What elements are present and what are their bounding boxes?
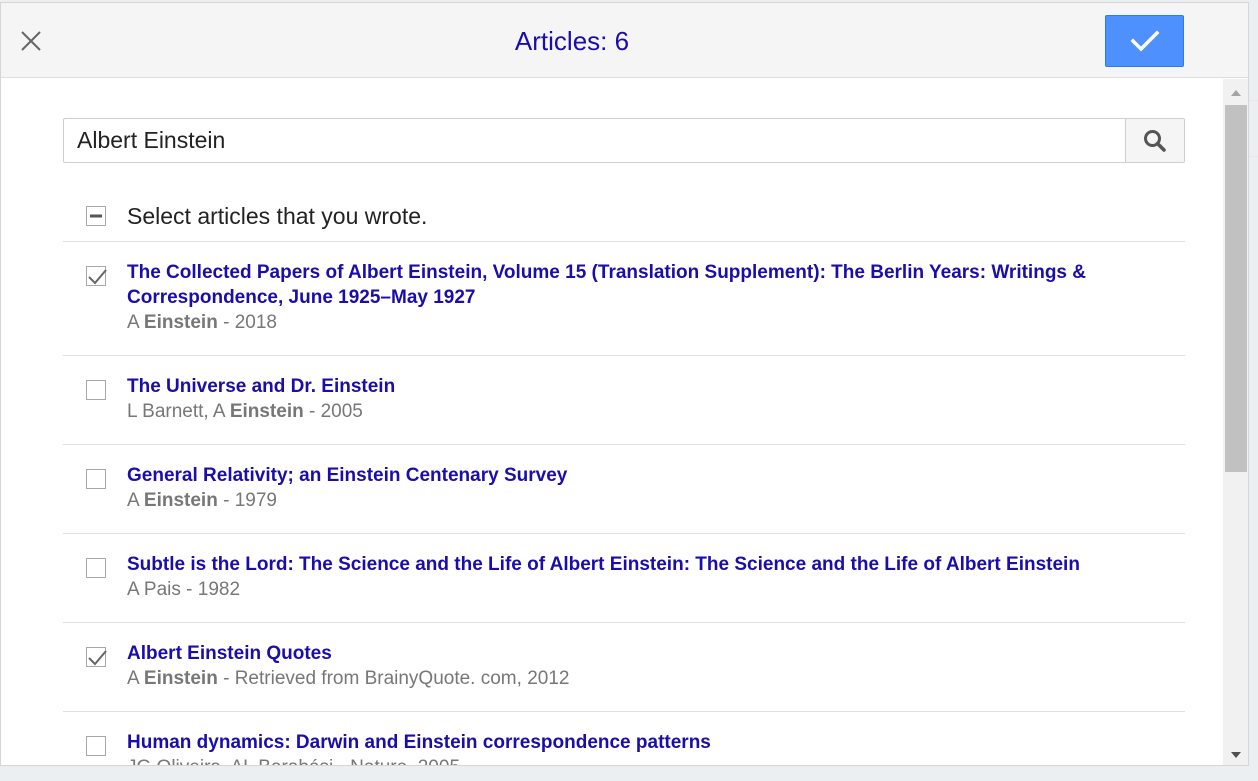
authors-text: A	[127, 312, 144, 333]
authors-year: - Retrieved from BrainyQuote. com, 2012	[217, 668, 570, 689]
background-divider	[1249, 100, 1258, 101]
dialog-title: Articles: 6	[514, 26, 630, 56]
article-row: The Universe and Dr. Einstein L Barnett,…	[63, 356, 1185, 445]
authors-highlight: Einstein	[229, 401, 304, 422]
article-checkbox[interactable]	[86, 647, 107, 667]
authors-year: - 2005	[303, 401, 363, 422]
article-checkbox[interactable]	[86, 558, 106, 578]
authors-highlight: Einstein	[143, 312, 218, 333]
checkmark-icon	[88, 650, 107, 666]
authors-text: A	[127, 490, 144, 511]
article-row: General Relativity; an Einstein Centenar…	[63, 445, 1185, 534]
article-authors: L Barnett, A Einstein - 2005	[127, 399, 363, 424]
article-row: Albert Einstein Quotes A Einstein - Retr…	[63, 623, 1185, 712]
authors-text: L Barnett, A	[127, 401, 230, 422]
dialog-content: Select articles that you wrote. The Coll…	[1, 79, 1223, 765]
dialog-header: Articles: 6	[1, 3, 1248, 78]
article-authors: A Einstein - Retrieved from BrainyQuote.…	[127, 666, 569, 691]
confirm-button[interactable]	[1105, 15, 1184, 67]
article-title[interactable]: The Universe and Dr. Einstein	[127, 374, 1155, 399]
vertical-scrollbar[interactable]	[1223, 79, 1248, 765]
authors-year: - 2018	[217, 312, 277, 333]
article-authors: A Pais - 1982	[127, 577, 240, 602]
search-bar	[63, 118, 1185, 163]
scrollbar-thumb[interactable]	[1225, 105, 1247, 472]
search-button[interactable]	[1125, 118, 1185, 163]
article-authors: A Einstein - 2018	[127, 310, 277, 335]
article-title[interactable]: Human dynamics: Darwin and Einstein corr…	[127, 730, 1155, 755]
authors-text: JG Oliveira, AL Barabási - Nature, 2005	[127, 757, 460, 765]
article-title[interactable]: Albert Einstein Quotes	[127, 641, 1155, 666]
article-authors: JG Oliveira, AL Barabási - Nature, 2005	[127, 755, 460, 765]
select-all-checkbox[interactable]	[86, 206, 106, 226]
triangle-up-icon	[1231, 90, 1241, 96]
search-input[interactable]	[63, 118, 1126, 163]
authors-text: A Pais - 1982	[127, 579, 241, 600]
add-articles-dialog: Articles: 6 Select articles that y	[0, 2, 1249, 766]
article-checkbox[interactable]	[86, 469, 106, 489]
select-all-label: Select articles that you wrote.	[127, 203, 428, 229]
checkmark-icon	[88, 269, 107, 285]
authors-highlight: Einstein	[143, 668, 218, 689]
background-divider	[1249, 156, 1258, 157]
select-all-row: Select articles that you wrote.	[63, 185, 1185, 242]
article-checkbox[interactable]	[86, 266, 107, 286]
article-checkbox[interactable]	[86, 736, 106, 756]
article-title[interactable]: Subtle is the Lord: The Science and the …	[127, 552, 1155, 577]
article-authors: A Einstein - 1979	[127, 488, 277, 513]
authors-year: - 1979	[217, 490, 277, 511]
scroll-down-button[interactable]	[1223, 745, 1248, 765]
indeterminate-icon	[90, 214, 102, 218]
article-row: Subtle is the Lord: The Science and the …	[63, 534, 1185, 623]
article-checkbox[interactable]	[86, 380, 106, 400]
triangle-down-icon	[1231, 752, 1241, 758]
article-row: Human dynamics: Darwin and Einstein corr…	[63, 712, 1185, 765]
authors-highlight: Einstein	[143, 490, 218, 511]
authors-text: A	[127, 668, 144, 689]
article-title[interactable]: The Collected Papers of Albert Einstein,…	[127, 260, 1155, 310]
article-row: The Collected Papers of Albert Einstein,…	[63, 242, 1185, 356]
scroll-up-button[interactable]	[1223, 83, 1248, 103]
search-icon	[1144, 129, 1166, 152]
checkmark-icon	[1130, 30, 1159, 52]
article-title[interactable]: General Relativity; an Einstein Centenar…	[127, 463, 1155, 488]
